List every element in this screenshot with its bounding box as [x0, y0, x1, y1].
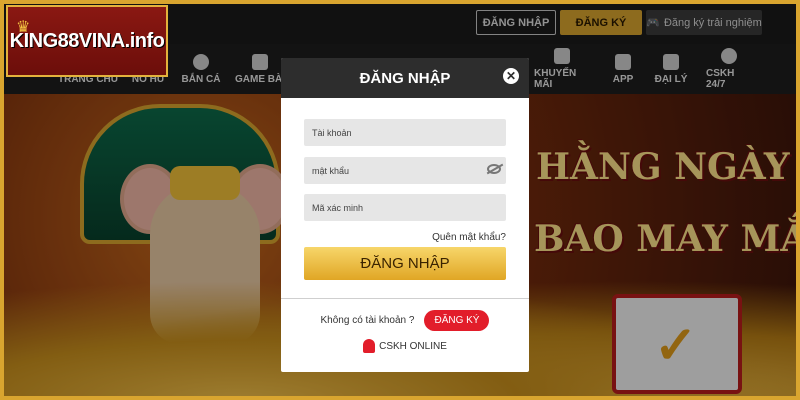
close-icon[interactable]: ✕ [503, 68, 519, 84]
captcha-input[interactable] [304, 194, 506, 221]
login-submit-button[interactable]: ĐĂNG NHẬP [304, 247, 506, 280]
login-modal: ĐĂNG NHẬP ✕ Quên mật khẩu? ĐĂNG NHẬP Khô… [281, 58, 529, 372]
crown-icon: ♛ [16, 19, 31, 36]
no-account-text: Không có tài khoản ? [320, 314, 415, 326]
no-account-row: Không có tài khoản ? ĐĂNG KÝ [281, 309, 529, 331]
password-input[interactable] [304, 157, 506, 184]
modal-title: ĐĂNG NHẬP [359, 69, 451, 87]
support-label: CSKH ONLINE [379, 340, 447, 352]
register-button[interactable]: ĐĂNG KÝ [424, 309, 490, 331]
divider [281, 298, 529, 299]
forgot-password-link[interactable]: Quên mật khẩu? [432, 232, 506, 243]
eye-slash-icon[interactable] [487, 164, 501, 174]
site-logo[interactable]: ♛ KING88VINA.info [6, 5, 168, 77]
modal-header: ĐĂNG NHẬP ✕ [281, 58, 529, 98]
logo-text: KING88VINA.info [9, 29, 165, 52]
support-link[interactable]: CSKH ONLINE [281, 337, 529, 355]
username-input[interactable] [304, 119, 506, 146]
headset-icon [363, 339, 376, 353]
